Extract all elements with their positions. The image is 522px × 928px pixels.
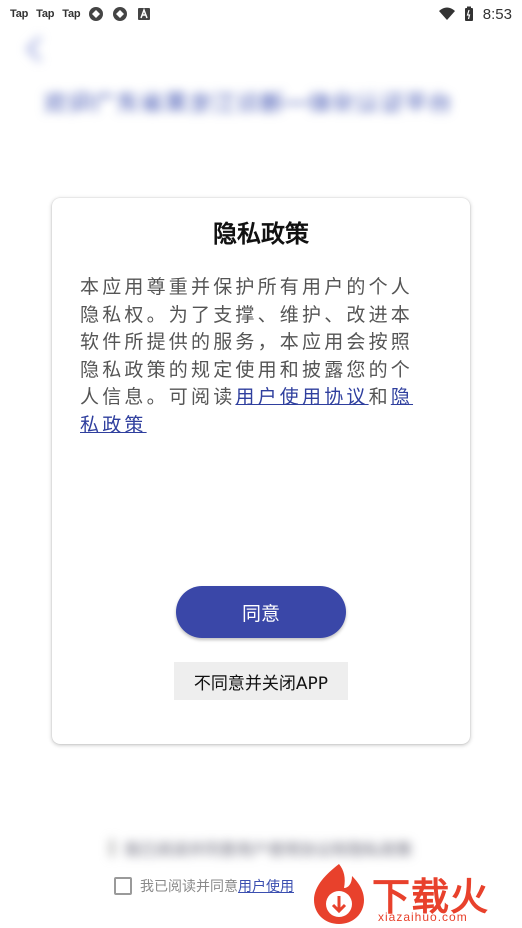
wifi-icon: [438, 7, 455, 20]
back-icon: [26, 36, 52, 62]
battery-icon: [464, 6, 473, 21]
tap-app-icon: Tap: [62, 8, 81, 20]
consent-checkbox[interactable]: [114, 877, 132, 895]
clock: 8:53: [482, 5, 512, 23]
consent-prefix: 我已阅读并同意: [140, 879, 238, 895]
consent-row-blurred: 我已阅读并同意用户使用协议和隐私政策: [110, 834, 413, 862]
watermark-logo-icon: [314, 864, 364, 924]
user-agreement-link[interactable]: 用户使用协议: [235, 386, 368, 408]
agree-button[interactable]: 同意: [176, 586, 346, 638]
decline-close-app-button[interactable]: 不同意并关闭APP: [174, 662, 348, 700]
dialog-body: 本应用尊重并保护所有用户的个人隐私权。为了支撑、维护、改进本软件所提供的服务，本…: [80, 274, 430, 439]
status-bar: Tap Tap Tap 8:53: [0, 0, 522, 28]
consent-text-blurred: 我已阅读并同意用户使用协议和隐私政策: [124, 840, 413, 859]
watermark-domain: xiazaihuo.com: [378, 910, 468, 924]
page-title: 欢迎广东省黑龙江诊断一体化认证平台: [44, 90, 452, 112]
consent-text: 我已阅读并同意用户使用: [140, 876, 294, 896]
consent-user-agreement-link[interactable]: 用户使用: [238, 879, 294, 895]
tap-app-icon: Tap: [10, 8, 29, 20]
dialog-title: 隐私政策: [213, 220, 309, 248]
app-logo-icon: [89, 7, 104, 21]
privacy-dialog: 隐私政策 本应用尊重并保护所有用户的个人隐私权。为了支撑、维护、改进本软件所提供…: [52, 198, 470, 744]
watermark: 下载火 xiazaihuo.com: [306, 860, 522, 928]
checkbox-icon: [110, 839, 114, 857]
consent-row: 我已阅读并同意用户使用: [114, 874, 294, 898]
body-conjunction: 和: [368, 386, 391, 408]
app-a-icon: [138, 7, 151, 20]
status-system: 8:53: [438, 5, 512, 23]
status-notifications: Tap Tap Tap: [10, 6, 152, 22]
tap-app-icon: Tap: [36, 8, 55, 20]
app-logo-icon: [113, 7, 128, 21]
